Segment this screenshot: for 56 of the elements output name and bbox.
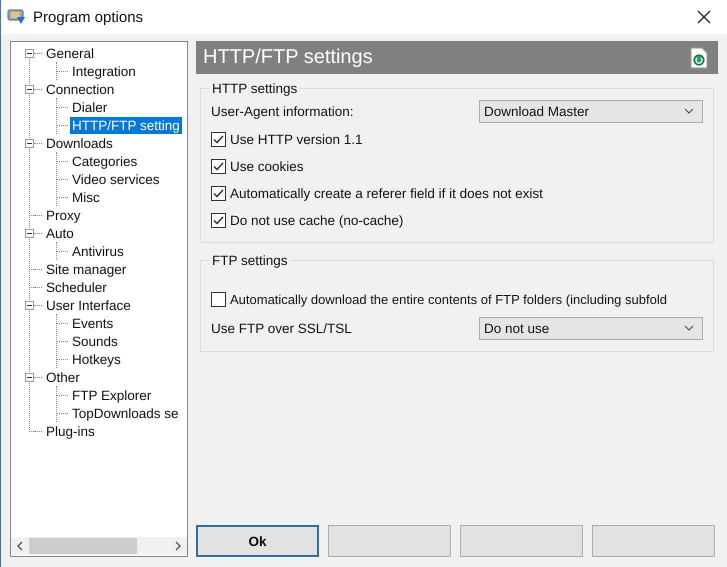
collapse-icon[interactable] [25,228,34,238]
chevron-down-icon [684,108,694,114]
checkbox[interactable] [211,292,226,307]
collapse-icon[interactable] [25,300,34,310]
checkbox[interactable] [211,132,226,147]
scrollbar-thumb[interactable] [29,538,137,554]
scroll-left-icon[interactable] [16,541,24,551]
dialog-button[interactable]: Ok [196,525,319,557]
chevron-down-icon [684,325,694,331]
close-icon[interactable] [697,10,711,24]
group-title: HTTP settings [211,81,298,96]
tree-item[interactable]: Dialer [70,98,110,116]
tree-item[interactable]: FTP Explorer [70,386,154,404]
collapse-icon[interactable] [25,84,34,94]
field-label: User-Agent information: [211,104,354,118]
tree-item[interactable]: Proxy [44,206,83,224]
tree-item[interactable]: General [44,44,96,62]
ssl-dropdown[interactable]: Do not use [479,316,703,340]
tree-item[interactable]: Events [70,314,116,332]
tree-item[interactable]: Sounds [70,332,120,350]
tree-item[interactable]: Hotkeys [70,350,123,368]
user-agent-dropdown[interactable]: Download Master [479,100,703,122]
checkbox-label[interactable]: Use HTTP version 1.1 [230,132,363,147]
tree-item[interactable]: Other [44,368,82,386]
tree-item[interactable]: TopDownloads se [70,404,181,422]
checkbox[interactable] [211,159,226,174]
tree-item[interactable]: Video services [70,170,162,188]
tree-item[interactable]: HTTP/FTP setting [70,116,182,134]
checkbox-label[interactable]: Automatically download the entire contents of FTP folders (including subfold [230,292,667,307]
tree-item[interactable]: Integration [70,62,138,80]
tree-item[interactable]: Categories [70,152,140,170]
checkbox-label[interactable]: Automatically create a referer field if it does not exist [230,186,543,201]
app-icon [7,8,27,26]
tree-item[interactable]: Auto [44,224,76,242]
checkbox-label[interactable]: Do not use cache (no-cache) [230,213,404,228]
tree-item[interactable]: Antivirus [70,242,126,260]
horizontal-scrollbar[interactable] [11,537,187,555]
tree-item[interactable]: Scheduler [44,278,109,296]
collapse-icon[interactable] [25,48,34,58]
group-title: FTP settings [211,253,289,268]
tree-item[interactable]: Site manager [44,260,128,278]
field-label: Use FTP over SSL/TSL [211,320,352,336]
checkbox-label[interactable]: Use cookies [230,159,304,174]
checkbox[interactable] [211,213,226,228]
scroll-right-icon[interactable] [174,541,182,551]
page-title: HTTP/FTP settings [203,46,373,69]
checkbox[interactable] [211,186,226,201]
collapse-icon[interactable] [25,138,34,148]
tree-item[interactable]: User Interface [44,296,133,314]
tree-item[interactable]: Downloads [44,134,115,152]
refresh-icon[interactable] [690,46,708,68]
tree-item[interactable]: Connection [44,80,116,98]
collapse-icon[interactable] [25,372,34,382]
window-title: Program options [33,8,144,26]
tree-item[interactable]: Misc [70,188,102,206]
tree-item[interactable]: Plug-ins [44,422,97,440]
